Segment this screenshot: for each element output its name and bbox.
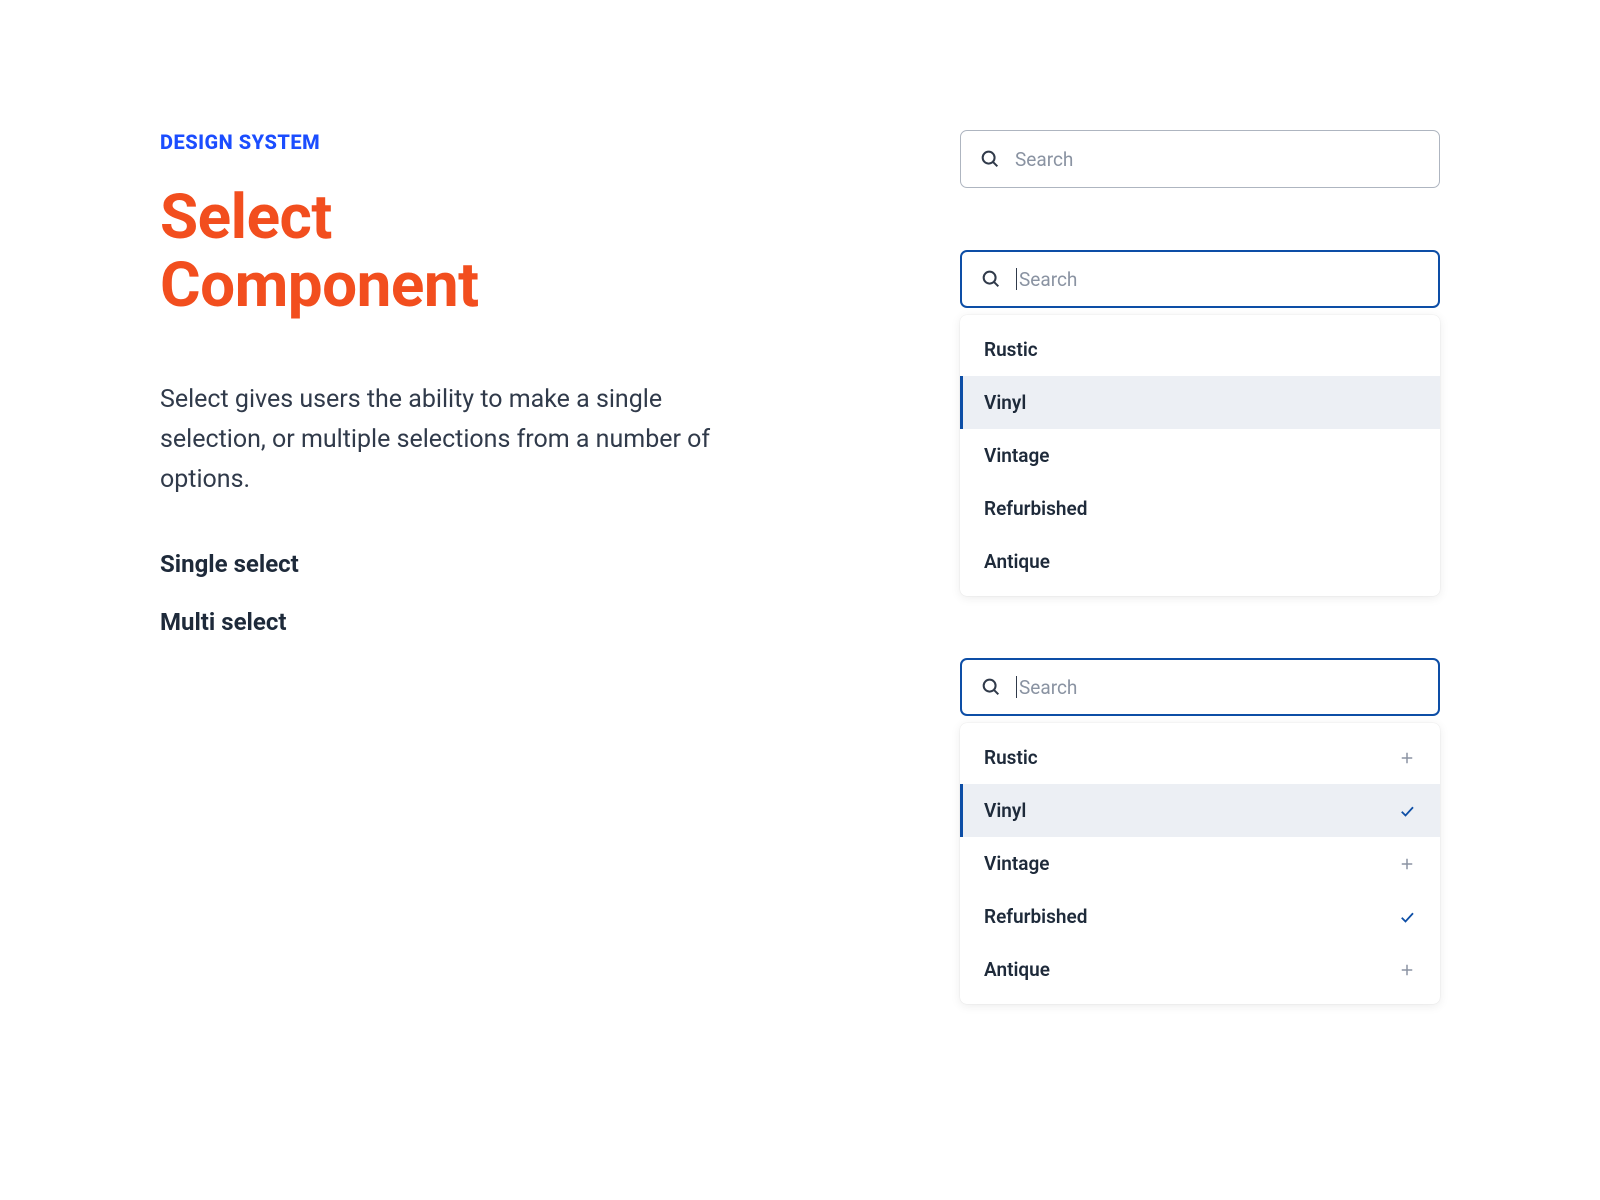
option-label: Rustic <box>984 338 1038 361</box>
option-label: Vintage <box>984 444 1050 467</box>
option-label: Antique <box>984 550 1050 573</box>
search-box-multi-focused[interactable]: Search <box>960 658 1440 716</box>
search-box-closed[interactable] <box>960 130 1440 188</box>
search-placeholder-text: Search <box>1019 676 1077 699</box>
option-label: Vintage <box>984 852 1050 875</box>
plus-icon <box>1398 749 1416 767</box>
single-option-refurbished[interactable]: Refurbished <box>960 482 1440 535</box>
search-input-single[interactable]: Search <box>1016 268 1420 291</box>
page-title: Select Component <box>160 184 720 320</box>
page-container: DESIGN SYSTEM Select Component Select gi… <box>0 0 1600 1066</box>
multi-option-vinyl[interactable]: Vinyl <box>960 784 1440 837</box>
multi-option-rustic[interactable]: Rustic <box>960 731 1440 784</box>
search-input-closed[interactable] <box>1015 148 1421 171</box>
search-box-single-focused[interactable]: Search <box>960 250 1440 308</box>
single-select-dropdown: Rustic Vinyl Vintage Refurbished Antique <box>960 315 1440 596</box>
search-placeholder-text: Search <box>1019 268 1077 291</box>
option-label: Refurbished <box>984 497 1087 520</box>
text-caret-icon <box>1016 676 1017 698</box>
plus-icon <box>1398 961 1416 979</box>
search-icon <box>979 148 1001 170</box>
single-option-antique[interactable]: Antique <box>960 535 1440 588</box>
multi-select-dropdown: Rustic Vinyl Vintage Refu <box>960 723 1440 1004</box>
option-label: Vinyl <box>984 391 1026 414</box>
single-option-rustic[interactable]: Rustic <box>960 323 1440 376</box>
eyebrow-label: DESIGN SYSTEM <box>160 130 720 154</box>
option-label: Antique <box>984 958 1050 981</box>
plus-icon <box>1398 855 1416 873</box>
check-icon <box>1398 908 1416 926</box>
search-icon <box>980 268 1002 290</box>
left-column: DESIGN SYSTEM Select Component Select gi… <box>160 130 720 1066</box>
title-line-2: Component <box>160 249 479 322</box>
search-icon <box>980 676 1002 698</box>
check-icon <box>1398 802 1416 820</box>
single-option-vintage[interactable]: Vintage <box>960 429 1440 482</box>
text-caret-icon <box>1016 268 1017 290</box>
single-option-vinyl[interactable]: Vinyl <box>960 376 1440 429</box>
option-label: Rustic <box>984 746 1038 769</box>
component-description: Select gives users the ability to make a… <box>160 380 720 500</box>
right-column: Search Rustic Vinyl Vintage Refurbished … <box>960 130 1440 1066</box>
multi-option-refurbished[interactable]: Refurbished <box>960 890 1440 943</box>
search-input-multi[interactable]: Search <box>1016 676 1420 699</box>
option-label: Refurbished <box>984 905 1087 928</box>
single-select-heading: Single select <box>160 550 720 578</box>
option-label: Vinyl <box>984 799 1026 822</box>
multi-option-vintage[interactable]: Vintage <box>960 837 1440 890</box>
multi-select-heading: Multi select <box>160 608 720 636</box>
multi-option-antique[interactable]: Antique <box>960 943 1440 996</box>
title-line-1: Select <box>160 181 332 254</box>
